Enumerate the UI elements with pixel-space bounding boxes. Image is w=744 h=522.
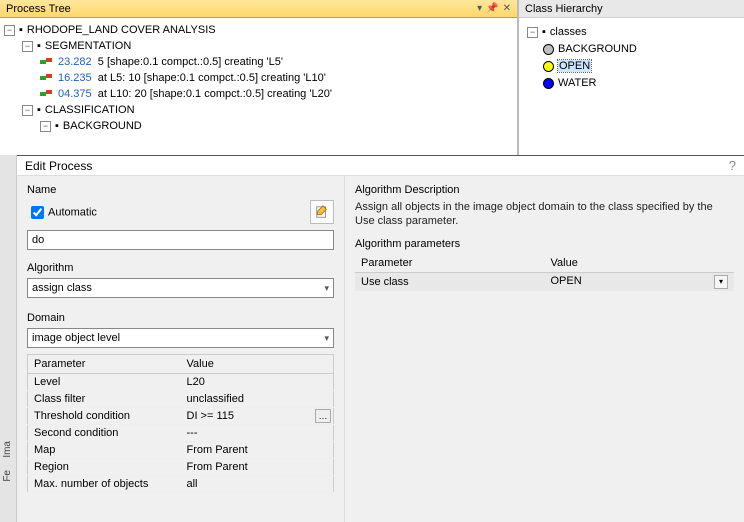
segment-icon: [40, 88, 54, 100]
alg-desc-text: Assign all objects in the image object d…: [355, 200, 734, 228]
domain-value: image object level: [32, 332, 324, 344]
name-input[interactable]: [27, 230, 334, 250]
class-label: WATER: [558, 77, 597, 89]
table-row[interactable]: LevelL20: [28, 374, 334, 391]
param-col-header: Parameter: [355, 254, 545, 273]
class-color-icon: [543, 61, 554, 72]
domain-param-table: Parameter Value LevelL20 Class filterunc…: [27, 354, 334, 493]
class-root-label: classes: [550, 26, 587, 38]
dialog-left-pane: Name Automatic Algorithm assign class ▾ …: [17, 176, 345, 522]
process-time: 23.282: [58, 56, 92, 68]
table-row[interactable]: Second condition---: [28, 425, 334, 442]
side-tab[interactable]: Ima: [0, 435, 15, 464]
process-time: 16.235: [58, 72, 92, 84]
expand-icon[interactable]: −: [22, 41, 33, 52]
process-desc[interactable]: at L5: 10 [shape:0.1 compct.:0.5] creati…: [98, 72, 326, 84]
dropdown-icon[interactable]: ▾: [477, 3, 482, 14]
table-row[interactable]: MapFrom Parent: [28, 442, 334, 459]
expand-icon[interactable]: −: [22, 105, 33, 116]
dialog-right-pane: Algorithm Description Assign all objects…: [345, 176, 744, 522]
chevron-down-icon: ▾: [324, 283, 329, 294]
expand-icon[interactable]: −: [4, 25, 15, 36]
class-color-icon: [543, 78, 554, 89]
expand-icon[interactable]: −: [40, 121, 51, 132]
edit-name-button[interactable]: [310, 200, 334, 224]
process-desc[interactable]: at L10: 20 [shape:0.1 compct.:0.5] creat…: [98, 88, 332, 100]
param-col-header: Parameter: [28, 355, 181, 374]
class-hierarchy-header: Class Hierarchy: [519, 0, 744, 18]
table-row[interactable]: Class filterunclassified: [28, 391, 334, 408]
segment-icon: [40, 72, 54, 84]
table-row[interactable]: Max. number of objectsall: [28, 476, 334, 493]
chevron-down-icon: ▾: [324, 333, 329, 344]
algorithm-label: Algorithm: [27, 262, 334, 274]
process-time: 04.375: [58, 88, 92, 100]
alg-param-table: Parameter Value Use class OPEN▾: [355, 254, 734, 291]
tree-node-label[interactable]: BACKGROUND: [63, 120, 142, 132]
class-item[interactable]: WATER: [543, 75, 740, 92]
table-row[interactable]: Use class OPEN▾: [355, 273, 734, 292]
process-tree[interactable]: −▪RHODOPE_LAND COVER ANALYSIS −▪SEGMENTA…: [0, 18, 517, 155]
class-tree[interactable]: −▪classes BACKGROUND OPEN WATER: [519, 18, 744, 98]
class-label: OPEN: [558, 60, 591, 72]
automatic-checkbox-label[interactable]: Automatic: [27, 203, 310, 222]
domain-label: Domain: [27, 312, 334, 324]
close-icon[interactable]: ✕: [503, 3, 511, 14]
class-hierarchy-title: Class Hierarchy: [525, 3, 603, 15]
process-tree-panel: Process Tree ▾ 📌 ✕ −▪RHODOPE_LAND COVER …: [0, 0, 518, 155]
value-col-header: Value: [181, 355, 334, 374]
tree-node-label: SEGMENTATION: [45, 40, 131, 52]
table-row[interactable]: Threshold conditionDI >= 115…: [28, 408, 334, 425]
name-label: Name: [27, 184, 334, 196]
pin-icon[interactable]: 📌: [486, 3, 498, 14]
browse-button[interactable]: …: [315, 409, 331, 423]
class-item[interactable]: BACKGROUND: [543, 41, 740, 58]
dialog-titlebar: Edit Process ?: [17, 156, 744, 176]
algorithm-value: assign class: [32, 282, 324, 294]
edit-process-dialog: Edit Process ? Name Automatic Algorithm …: [17, 155, 744, 522]
side-tab[interactable]: Fe: [0, 464, 15, 488]
tree-root-label: RHODOPE_LAND COVER ANALYSIS: [27, 24, 216, 36]
class-item[interactable]: OPEN: [543, 58, 740, 75]
table-row[interactable]: RegionFrom Parent: [28, 459, 334, 476]
process-tree-header: Process Tree ▾ 📌 ✕: [0, 0, 517, 18]
algorithm-combo[interactable]: assign class ▾: [27, 278, 334, 298]
chevron-down-icon[interactable]: ▾: [714, 275, 728, 289]
tree-node-label: CLASSIFICATION: [45, 104, 135, 116]
alg-desc-label: Algorithm Description: [355, 184, 734, 196]
process-desc[interactable]: 5 [shape:0.1 compct.:0.5] creating 'L5': [98, 56, 283, 68]
process-tree-title: Process Tree: [6, 3, 473, 15]
alg-params-label: Algorithm parameters: [355, 238, 734, 250]
class-label: BACKGROUND: [558, 43, 637, 55]
automatic-checkbox[interactable]: [31, 206, 44, 219]
dialog-title: Edit Process: [25, 159, 721, 173]
segment-icon: [40, 56, 54, 68]
class-color-icon: [543, 44, 554, 55]
value-col-header: Value: [545, 254, 735, 273]
domain-combo[interactable]: image object level ▾: [27, 328, 334, 348]
side-tab-strip: Ima Fe: [0, 155, 17, 522]
class-hierarchy-panel: Class Hierarchy −▪classes BACKGROUND OPE…: [518, 0, 744, 155]
expand-icon[interactable]: −: [527, 27, 538, 38]
help-icon[interactable]: ?: [729, 158, 736, 173]
